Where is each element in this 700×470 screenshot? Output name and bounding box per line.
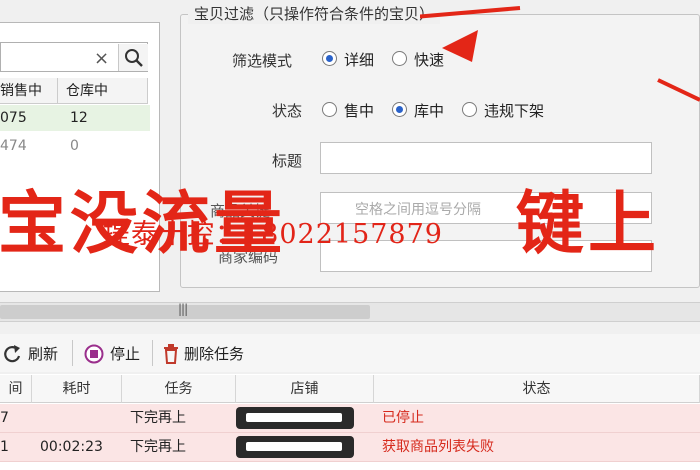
toolbar-divider (152, 340, 153, 366)
overlay-headline-right: 键上 (516, 184, 661, 264)
mode-label: 筛选模式 (232, 52, 293, 70)
shop-redacted (236, 407, 354, 429)
shop-redacted (236, 436, 354, 458)
column-header-stock[interactable]: 仓库中 (58, 78, 148, 104)
title-label: 标题 (272, 152, 303, 170)
column-header-elapsed[interactable]: 耗时 (32, 375, 122, 403)
refresh-button[interactable]: 刷新 (28, 343, 58, 364)
status-selling-radio[interactable] (322, 102, 337, 117)
stop-button[interactable]: 停止 (110, 343, 140, 364)
refresh-icon[interactable] (2, 344, 22, 364)
selling-count: 474 (0, 138, 27, 154)
task-name: 下完再上 (130, 439, 186, 455)
mode-fast-radio[interactable] (392, 51, 407, 66)
column-header-selling[interactable]: 销售中 (0, 78, 58, 104)
stock-count: 12 (70, 110, 88, 126)
task-time: 7 (0, 410, 9, 426)
column-header-shop[interactable]: 店铺 (236, 375, 374, 403)
task-status: 获取商品列表失败 (382, 439, 494, 455)
delete-task-button[interactable]: 删除任务 (184, 343, 244, 364)
annotation-arrows-icon (420, 6, 700, 102)
task-name: 下完再上 (130, 410, 186, 426)
column-header-status[interactable]: 状态 (374, 375, 700, 403)
selling-count: 075 (0, 110, 27, 126)
task-toolbar (0, 334, 700, 372)
search-button[interactable] (118, 44, 148, 71)
stop-icon[interactable] (84, 344, 104, 364)
stock-count: 0 (70, 138, 79, 154)
scrollbar-grip-icon: ||| (178, 302, 188, 316)
task-elapsed: 00:02:23 (40, 439, 103, 455)
search-icon (125, 49, 143, 67)
mode-detailed-radio[interactable] (322, 51, 337, 66)
trash-icon[interactable] (162, 344, 180, 364)
clear-search-icon[interactable]: × (94, 48, 109, 69)
status-selling-label[interactable]: 售中 (344, 100, 374, 121)
column-header-time[interactable]: 间 (0, 375, 32, 403)
column-header-task[interactable]: 任务 (122, 375, 236, 403)
status-label: 状态 (272, 102, 303, 120)
overlay-contact: 提泰十控：18022157879 (103, 219, 443, 250)
filter-group-title: 宝贝过滤（只操作符合条件的宝贝） (188, 3, 441, 24)
task-status: 已停止 (382, 410, 424, 426)
task-time: 1 (0, 439, 9, 455)
status-instock-radio[interactable] (392, 102, 407, 117)
mode-detailed-label[interactable]: 详细 (344, 49, 374, 70)
title-input[interactable] (320, 142, 652, 174)
toolbar-divider (72, 340, 73, 366)
